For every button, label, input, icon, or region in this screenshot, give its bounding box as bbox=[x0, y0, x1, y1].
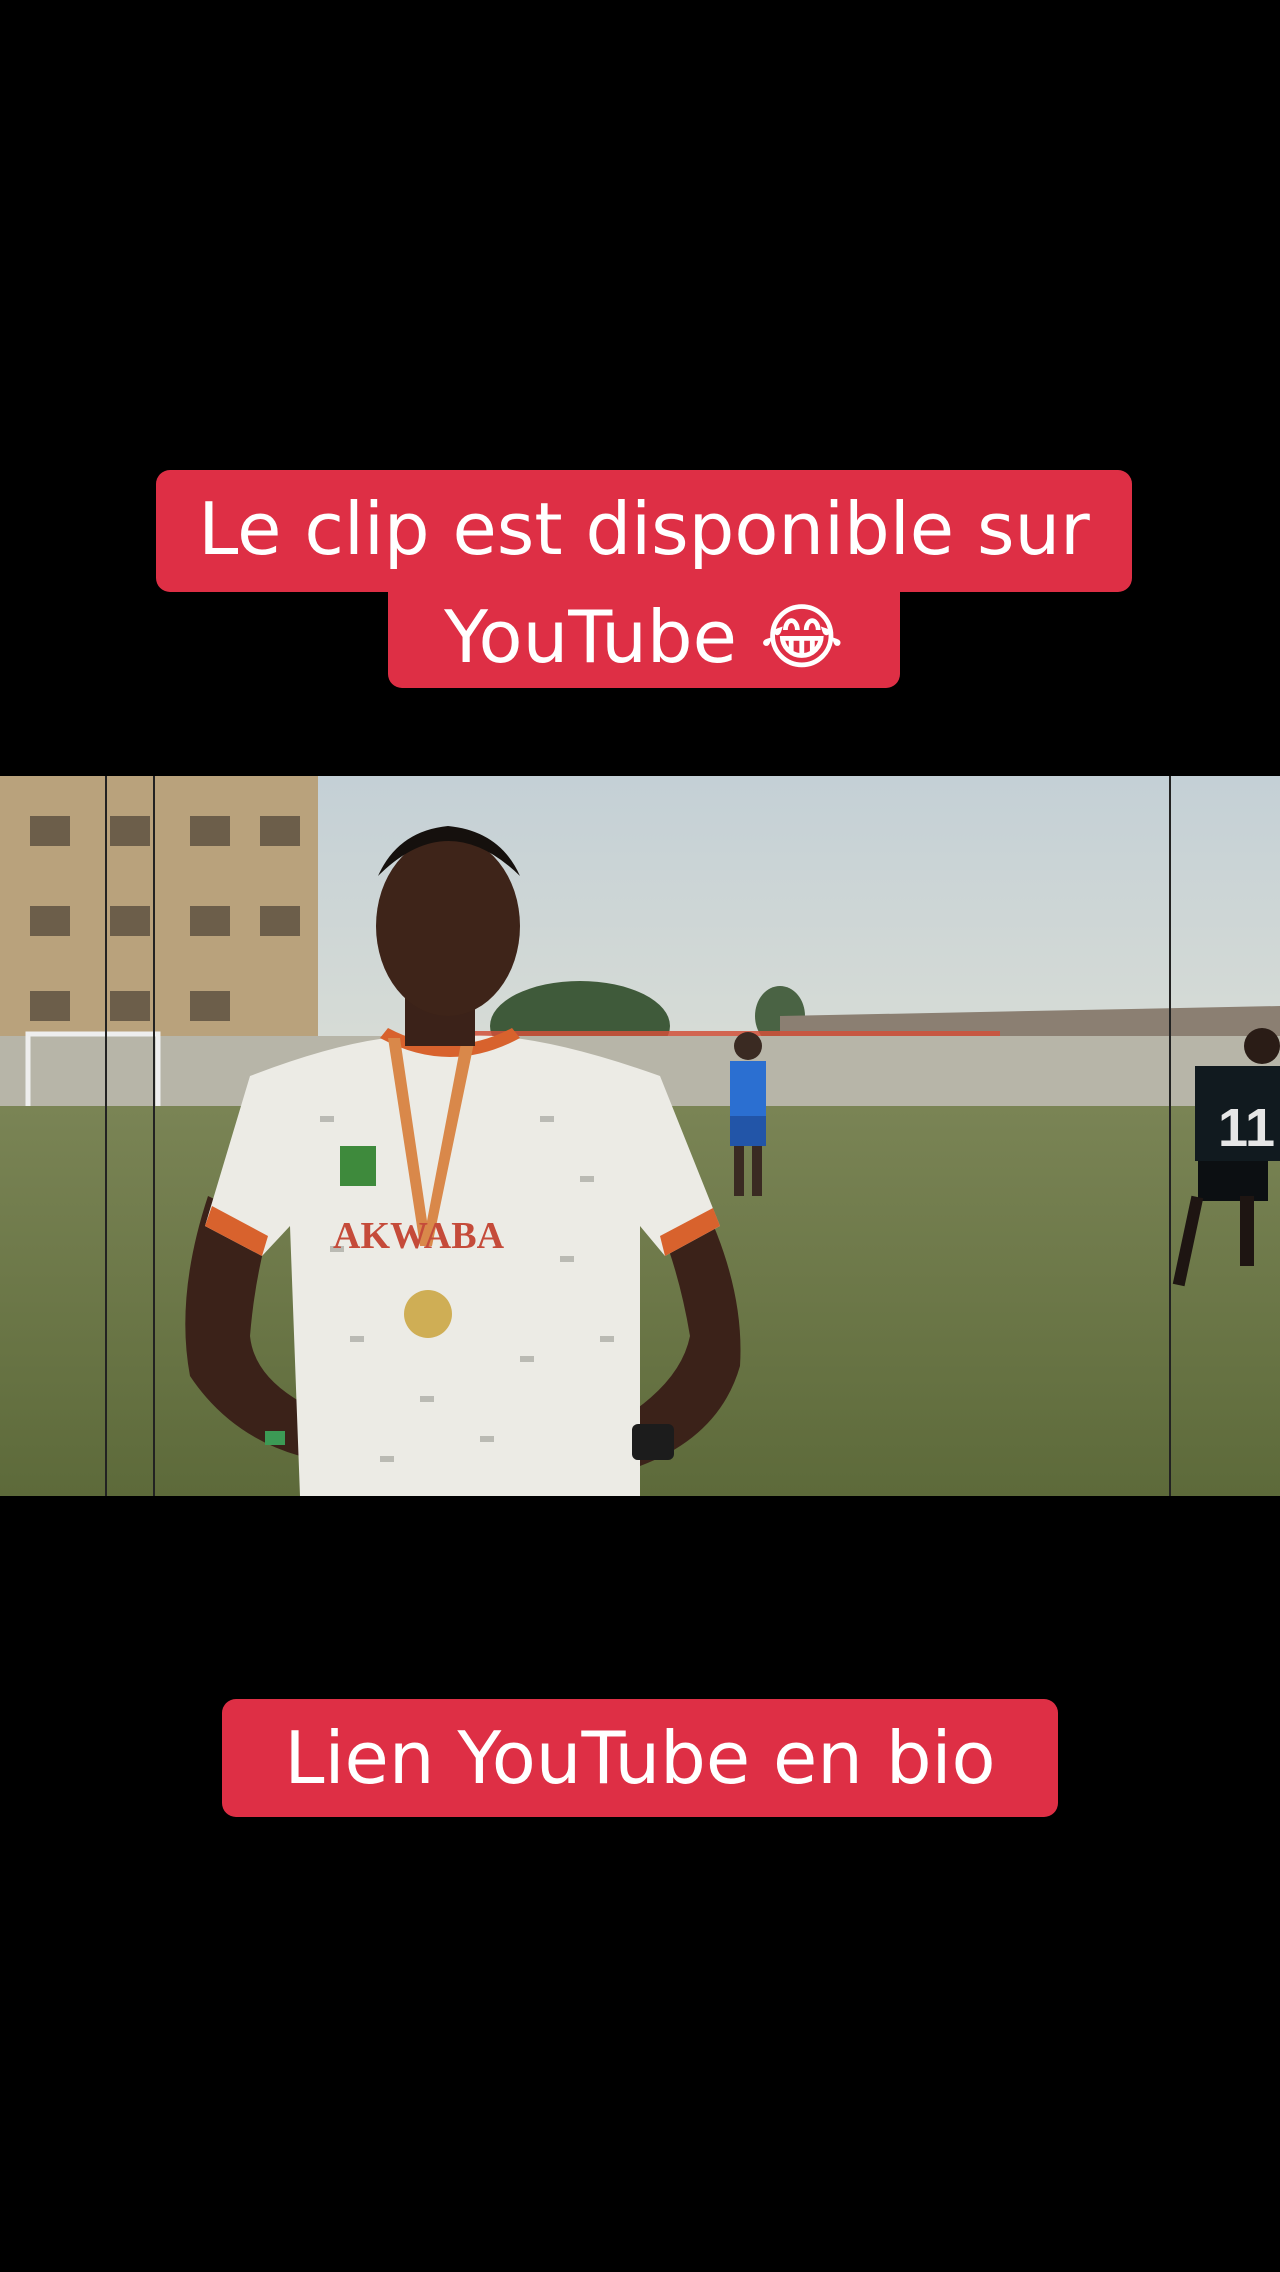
jersey-text: AKWABA bbox=[333, 1215, 505, 1257]
player-number: 11 bbox=[1218, 1098, 1275, 1158]
video-scene: 11 AKWABA bbox=[0, 776, 1280, 1496]
caption-line-1: Le clip est disponible sur bbox=[156, 470, 1132, 592]
video-frame[interactable]: 11 AKWABA bbox=[0, 776, 1280, 1496]
apartment-building bbox=[0, 776, 318, 1036]
medal bbox=[404, 1290, 452, 1338]
caption-line-2: YouTube 😂 bbox=[388, 592, 900, 688]
caption-bottom[interactable]: Lien YouTube en bio bbox=[222, 1699, 1058, 1817]
watch bbox=[632, 1424, 674, 1460]
